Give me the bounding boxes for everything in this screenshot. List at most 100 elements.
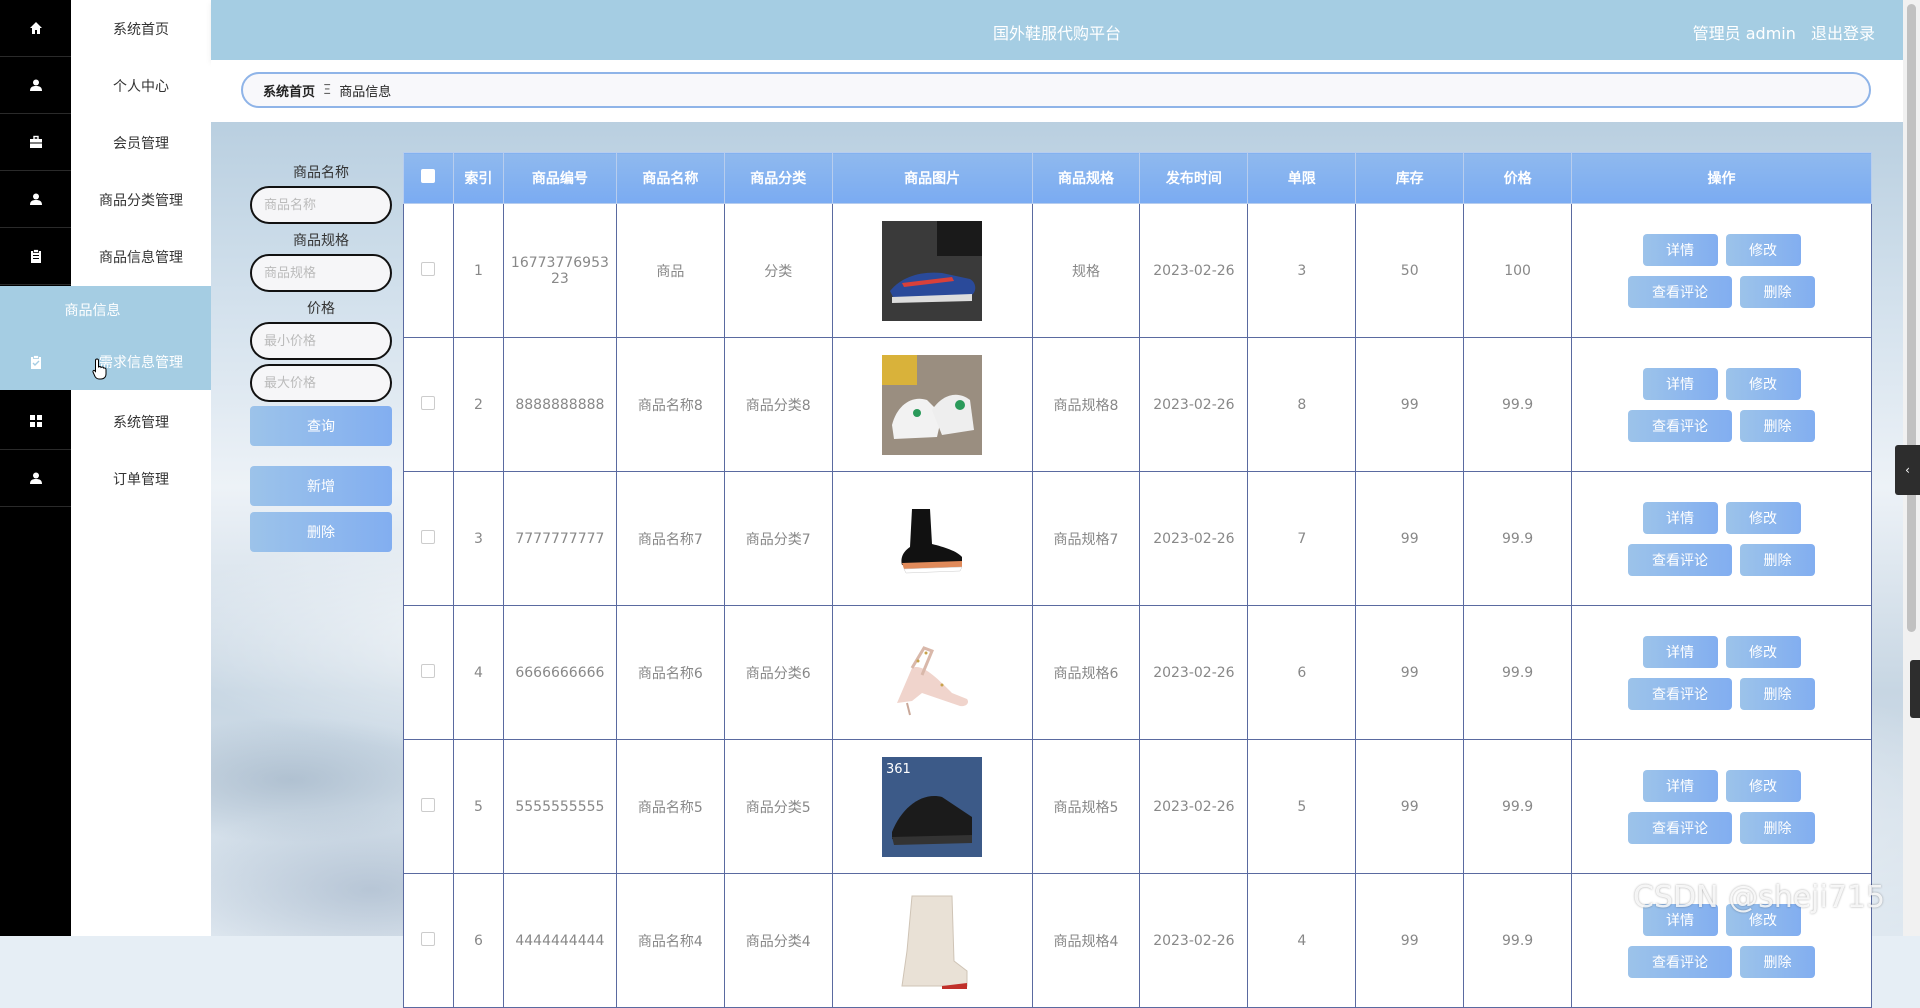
cell-index: 6	[452, 873, 504, 1008]
column-header: 操作	[1571, 152, 1872, 204]
edit-button[interactable]: 修改	[1725, 769, 1801, 802]
max-price-input[interactable]	[250, 364, 392, 402]
user-icon	[29, 193, 42, 205]
breadcrumb-bar: 系统首页 Ξ 商品信息	[211, 60, 1903, 122]
delete-button[interactable]: 删除	[1740, 409, 1816, 442]
sidebar-item-category[interactable]: 商品分类管理	[0, 171, 211, 228]
detail-button[interactable]: 详情	[1642, 635, 1718, 668]
cell-price: 100	[1463, 203, 1573, 338]
row-checkbox[interactable]	[403, 873, 454, 1008]
cell-spec: 商品规格6	[1031, 605, 1141, 740]
view-comments-button[interactable]: 查看评论	[1628, 543, 1733, 576]
breadcrumb-home[interactable]: 系统首页	[263, 81, 315, 100]
edit-button[interactable]: 修改	[1725, 635, 1801, 668]
column-header: 价格	[1463, 152, 1573, 204]
column-header: 商品规格	[1031, 152, 1141, 204]
admin-label: 管理员 admin	[1692, 24, 1796, 43]
sock-sneaker-black-icon	[882, 488, 983, 589]
side-widget-tab[interactable]	[1910, 660, 1920, 718]
sidebar-item-label: 系统首页	[113, 21, 169, 38]
cell-category: 商品分类4	[723, 873, 833, 1008]
cell-image: 361	[831, 739, 1033, 874]
view-comments-button[interactable]: 查看评论	[1628, 945, 1733, 978]
name-search-input[interactable]	[250, 186, 392, 224]
detail-button[interactable]: 详情	[1642, 501, 1718, 534]
cell-code: 16773776953 23	[502, 203, 617, 338]
row-checkbox[interactable]	[403, 203, 454, 338]
cell-category: 商品分类5	[723, 739, 833, 874]
min-price-input[interactable]	[250, 322, 392, 360]
cell-limit: 8	[1247, 337, 1357, 472]
user-icon	[29, 79, 42, 91]
cell-category: 商品分类7	[723, 471, 833, 606]
sidebar-subitem-product-info[interactable]: 商品信息	[0, 286, 211, 335]
query-button[interactable]: 查询	[250, 406, 392, 446]
breadcrumb-current: 商品信息	[339, 84, 392, 100]
add-button[interactable]: 新增	[250, 466, 392, 506]
briefcase-icon	[29, 135, 42, 148]
search-panel: 商品名称 商品规格 价格 查询 新增 删除	[250, 160, 392, 552]
table-row: 3 7777777777 商品名称7 商品分类7 商品规格7 2023-02-2…	[403, 471, 1872, 606]
view-comments-button[interactable]: 查看评论	[1628, 811, 1733, 844]
row-checkbox[interactable]	[403, 739, 454, 874]
cell-name: 商品	[615, 203, 725, 338]
row-checkbox[interactable]	[403, 605, 454, 740]
table-row: 4 6666666666 商品名称6 商品分类6 商品规格6 2023-02-2…	[403, 605, 1872, 740]
cell-actions: 详情 修改 查看评论 删除	[1571, 605, 1872, 740]
spec-search-input[interactable]	[250, 254, 392, 292]
batch-delete-button[interactable]: 删除	[250, 512, 392, 552]
sidebar-item-home[interactable]: 系统首页	[0, 0, 211, 57]
sidebar-item-orders[interactable]: 订单管理	[0, 450, 211, 507]
sidebar-item-personal[interactable]: 个人中心	[0, 57, 211, 114]
view-comments-button[interactable]: 查看评论	[1628, 275, 1733, 308]
cell-price: 99.9	[1463, 739, 1573, 874]
price-label: 价格	[307, 301, 335, 317]
cell-limit: 5	[1247, 739, 1357, 874]
grid-icon	[29, 415, 42, 427]
detail-button[interactable]: 详情	[1642, 233, 1718, 266]
breadcrumb: 系统首页 Ξ 商品信息	[241, 72, 1871, 108]
delete-button[interactable]: 删除	[1740, 811, 1816, 844]
cell-index: 3	[452, 471, 504, 606]
sidebar-item-label: 订单管理	[113, 471, 169, 488]
breadcrumb-separator: Ξ	[323, 82, 332, 98]
collapse-panel-tab[interactable]: ‹	[1895, 445, 1920, 495]
row-checkbox[interactable]	[403, 471, 454, 606]
sidebar-item-members[interactable]: 会员管理	[0, 114, 211, 171]
detail-button[interactable]: 详情	[1642, 769, 1718, 802]
clipboard-icon	[30, 249, 41, 263]
sidebar-item-label: 会员管理	[113, 135, 169, 152]
sidebar-item-products[interactable]: 商品信息管理	[0, 228, 211, 285]
cell-actions: 详情 修改 查看评论 删除	[1571, 739, 1872, 874]
detail-button[interactable]: 详情	[1642, 367, 1718, 400]
scrollbar-thumb[interactable]	[1907, 4, 1916, 632]
sidebar-item-label: 商品信息管理	[99, 249, 183, 266]
edit-button[interactable]: 修改	[1725, 367, 1801, 400]
view-comments-button[interactable]: 查看评论	[1628, 409, 1733, 442]
delete-button[interactable]: 删除	[1740, 543, 1816, 576]
sidebar-item-label: 商品分类管理	[99, 192, 183, 209]
cell-date: 2023-02-26	[1139, 739, 1249, 874]
sidebar-item-system[interactable]: 系统管理	[0, 393, 211, 450]
table-row: 2 8888888888 商品名称8 商品分类8 商品规格8 2023-02-2…	[403, 337, 1872, 472]
cell-price: 99.9	[1463, 471, 1573, 606]
delete-button[interactable]: 删除	[1740, 677, 1816, 710]
logout-link[interactable]: 退出登录	[1811, 24, 1875, 43]
delete-button[interactable]: 删除	[1740, 945, 1816, 978]
edit-button[interactable]: 修改	[1725, 501, 1801, 534]
spec-label: 商品规格	[293, 233, 349, 249]
column-header: 发布时间	[1139, 152, 1249, 204]
edit-button[interactable]: 修改	[1725, 233, 1801, 266]
cell-date: 2023-02-26	[1139, 605, 1249, 740]
select-all-checkbox[interactable]	[403, 152, 454, 204]
cell-name: 商品名称4	[615, 873, 725, 1008]
cell-name: 商品名称7	[615, 471, 725, 606]
cell-category: 分类	[723, 203, 833, 338]
cell-image	[831, 471, 1033, 606]
view-comments-button[interactable]: 查看评论	[1628, 677, 1733, 710]
cell-actions: 详情 修改 查看评论 删除	[1571, 471, 1872, 606]
sneaker-red-blue-icon	[882, 220, 983, 321]
delete-button[interactable]: 删除	[1740, 275, 1816, 308]
row-checkbox[interactable]	[403, 337, 454, 472]
cell-price: 99.9	[1463, 337, 1573, 472]
